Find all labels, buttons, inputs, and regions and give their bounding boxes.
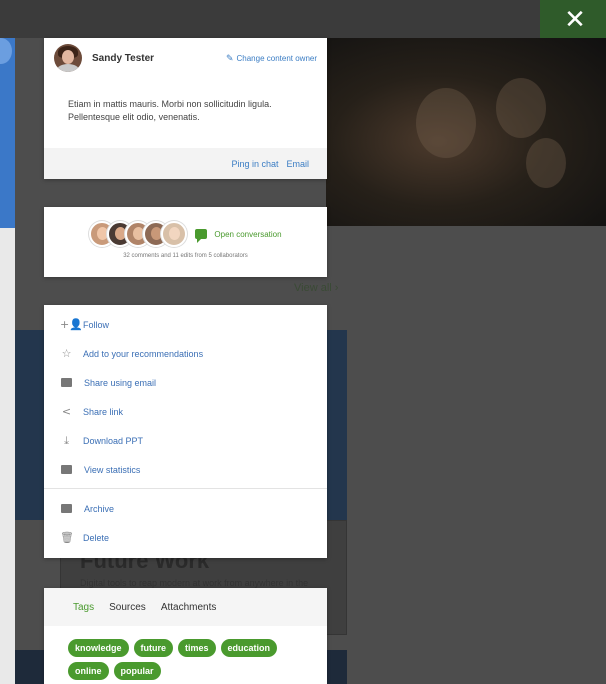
collaborators-card: Open conversation 32 comments and 11 edi… — [44, 207, 327, 277]
tab-attachments[interactable]: Attachments — [161, 602, 217, 613]
open-conversation-label: Open conversation — [214, 229, 282, 239]
background-card-desc: Digital tools to reap modern at work fro… — [80, 578, 309, 588]
tag-chip[interactable]: online — [68, 662, 109, 680]
change-content-owner-label: Change content owner — [236, 53, 318, 63]
menu-item-label: Share link — [83, 406, 124, 417]
owner-message: Etiam in mattis mauris. Morbi non sollic… — [68, 99, 272, 122]
menu-item-label: Download PPT — [83, 435, 144, 446]
collaborators-summary: 32 comments and 11 edits from 5 collabor… — [123, 253, 248, 259]
archive-icon — [61, 504, 72, 513]
tab-tags[interactable]: Tags — [73, 602, 94, 613]
email-link[interactable]: Email — [286, 159, 309, 169]
hero-figure — [526, 138, 566, 188]
share-icon: < — [61, 405, 72, 418]
bar-chart-icon — [61, 465, 72, 474]
menu-item-label: View statistics — [84, 464, 141, 475]
owner-header: Sandy Tester ✎ Change content owner — [44, 38, 327, 78]
background-topbar — [0, 0, 606, 38]
tag-chip[interactable]: future — [133, 639, 174, 657]
tab-sources[interactable]: Sources — [109, 602, 146, 613]
menu-item-delete[interactable]: 🗑 Delete — [44, 523, 327, 552]
menu-item-share-link[interactable]: < Share link — [44, 397, 327, 426]
tag-chip[interactable]: times — [178, 639, 216, 657]
collaborator-avatar[interactable] — [161, 221, 188, 247]
menu-item-label: Share using email — [84, 377, 157, 388]
ping-in-chat-link[interactable]: Ping in chat — [231, 159, 278, 169]
background-hero-image — [326, 38, 606, 226]
envelope-icon — [61, 378, 72, 387]
background-blue-strip — [0, 38, 15, 228]
tags-card: Tags Sources Attachments knowledge futur… — [44, 588, 327, 684]
menu-item-label: Archive — [84, 503, 115, 514]
download-icon: ⤓ — [64, 433, 69, 447]
hero-figure — [496, 78, 546, 138]
star-icon: ☆ — [61, 347, 72, 360]
menu-item-download-ppt[interactable]: ⤓ Download PPT — [44, 426, 327, 455]
menu-item-archive[interactable]: Archive — [44, 494, 327, 523]
menu-item-label: Delete — [83, 532, 110, 543]
trash-icon: 🗑 — [60, 531, 74, 544]
tag-chip[interactable]: education — [220, 639, 278, 657]
collaborator-avatars — [89, 221, 188, 247]
background-view-all-link: View all › — [294, 282, 339, 294]
tags-tabs: Tags Sources Attachments — [44, 588, 327, 626]
avatar — [54, 44, 82, 72]
tag-chip[interactable]: popular — [113, 662, 161, 680]
pencil-icon: ✎ — [225, 52, 234, 63]
menu-divider — [44, 488, 327, 489]
open-conversation-button[interactable]: Open conversation — [195, 229, 282, 243]
tag-list: knowledge future times education online … — [44, 626, 314, 684]
content-owner-card: Sandy Tester ✎ Change content owner Etia… — [44, 38, 327, 179]
menu-item-share-email[interactable]: Share using email — [44, 368, 327, 397]
chat-icon — [195, 229, 208, 243]
change-content-owner-link[interactable]: ✎ Change content owner — [226, 53, 317, 64]
menu-item-label: Follow — [83, 319, 110, 330]
tag-chip[interactable]: knowledge — [68, 639, 129, 657]
actions-menu: +👤 Follow ☆ Add to your recommendations … — [44, 305, 327, 558]
close-icon[interactable]: ✕ — [560, 5, 590, 35]
menu-item-view-statistics[interactable]: View statistics — [44, 455, 327, 484]
add-person-icon: +👤 — [60, 318, 83, 331]
owner-name: Sandy Tester — [92, 52, 155, 64]
menu-item-follow[interactable]: +👤 Follow — [44, 310, 327, 339]
owner-footer: Ping in chat Email — [44, 148, 327, 179]
hero-figure — [416, 88, 476, 158]
menu-item-label: Add to your recommendations — [83, 348, 204, 359]
menu-item-add-recommendation[interactable]: ☆ Add to your recommendations — [44, 339, 327, 368]
